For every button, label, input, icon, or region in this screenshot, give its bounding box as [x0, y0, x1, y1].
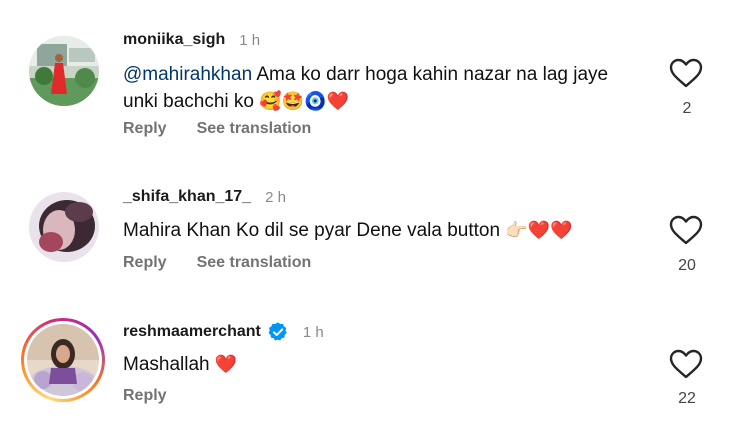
comment-text: Mashallah ❤️	[123, 351, 643, 378]
comment-body: Mashallah	[123, 354, 215, 375]
verified-badge-icon	[268, 322, 287, 341]
avatar	[27, 324, 99, 396]
comment-item: reshmaamerchant 1 h Mashallah ❤️ Reply 2…	[0, 0, 740, 429]
avatar-image	[27, 324, 99, 396]
reply-button[interactable]: Reply	[123, 387, 167, 405]
like-count: 22	[678, 390, 696, 407]
comment-header: reshmaamerchant 1 h	[123, 321, 324, 343]
comment-emojis: ❤️	[214, 354, 238, 375]
username[interactable]: reshmaamerchant	[123, 323, 261, 341]
heart-outline-icon[interactable]	[669, 349, 703, 379]
timestamp[interactable]: 1 h	[303, 324, 324, 341]
story-ring[interactable]	[21, 318, 105, 402]
comment-actions: Reply	[123, 387, 167, 405]
